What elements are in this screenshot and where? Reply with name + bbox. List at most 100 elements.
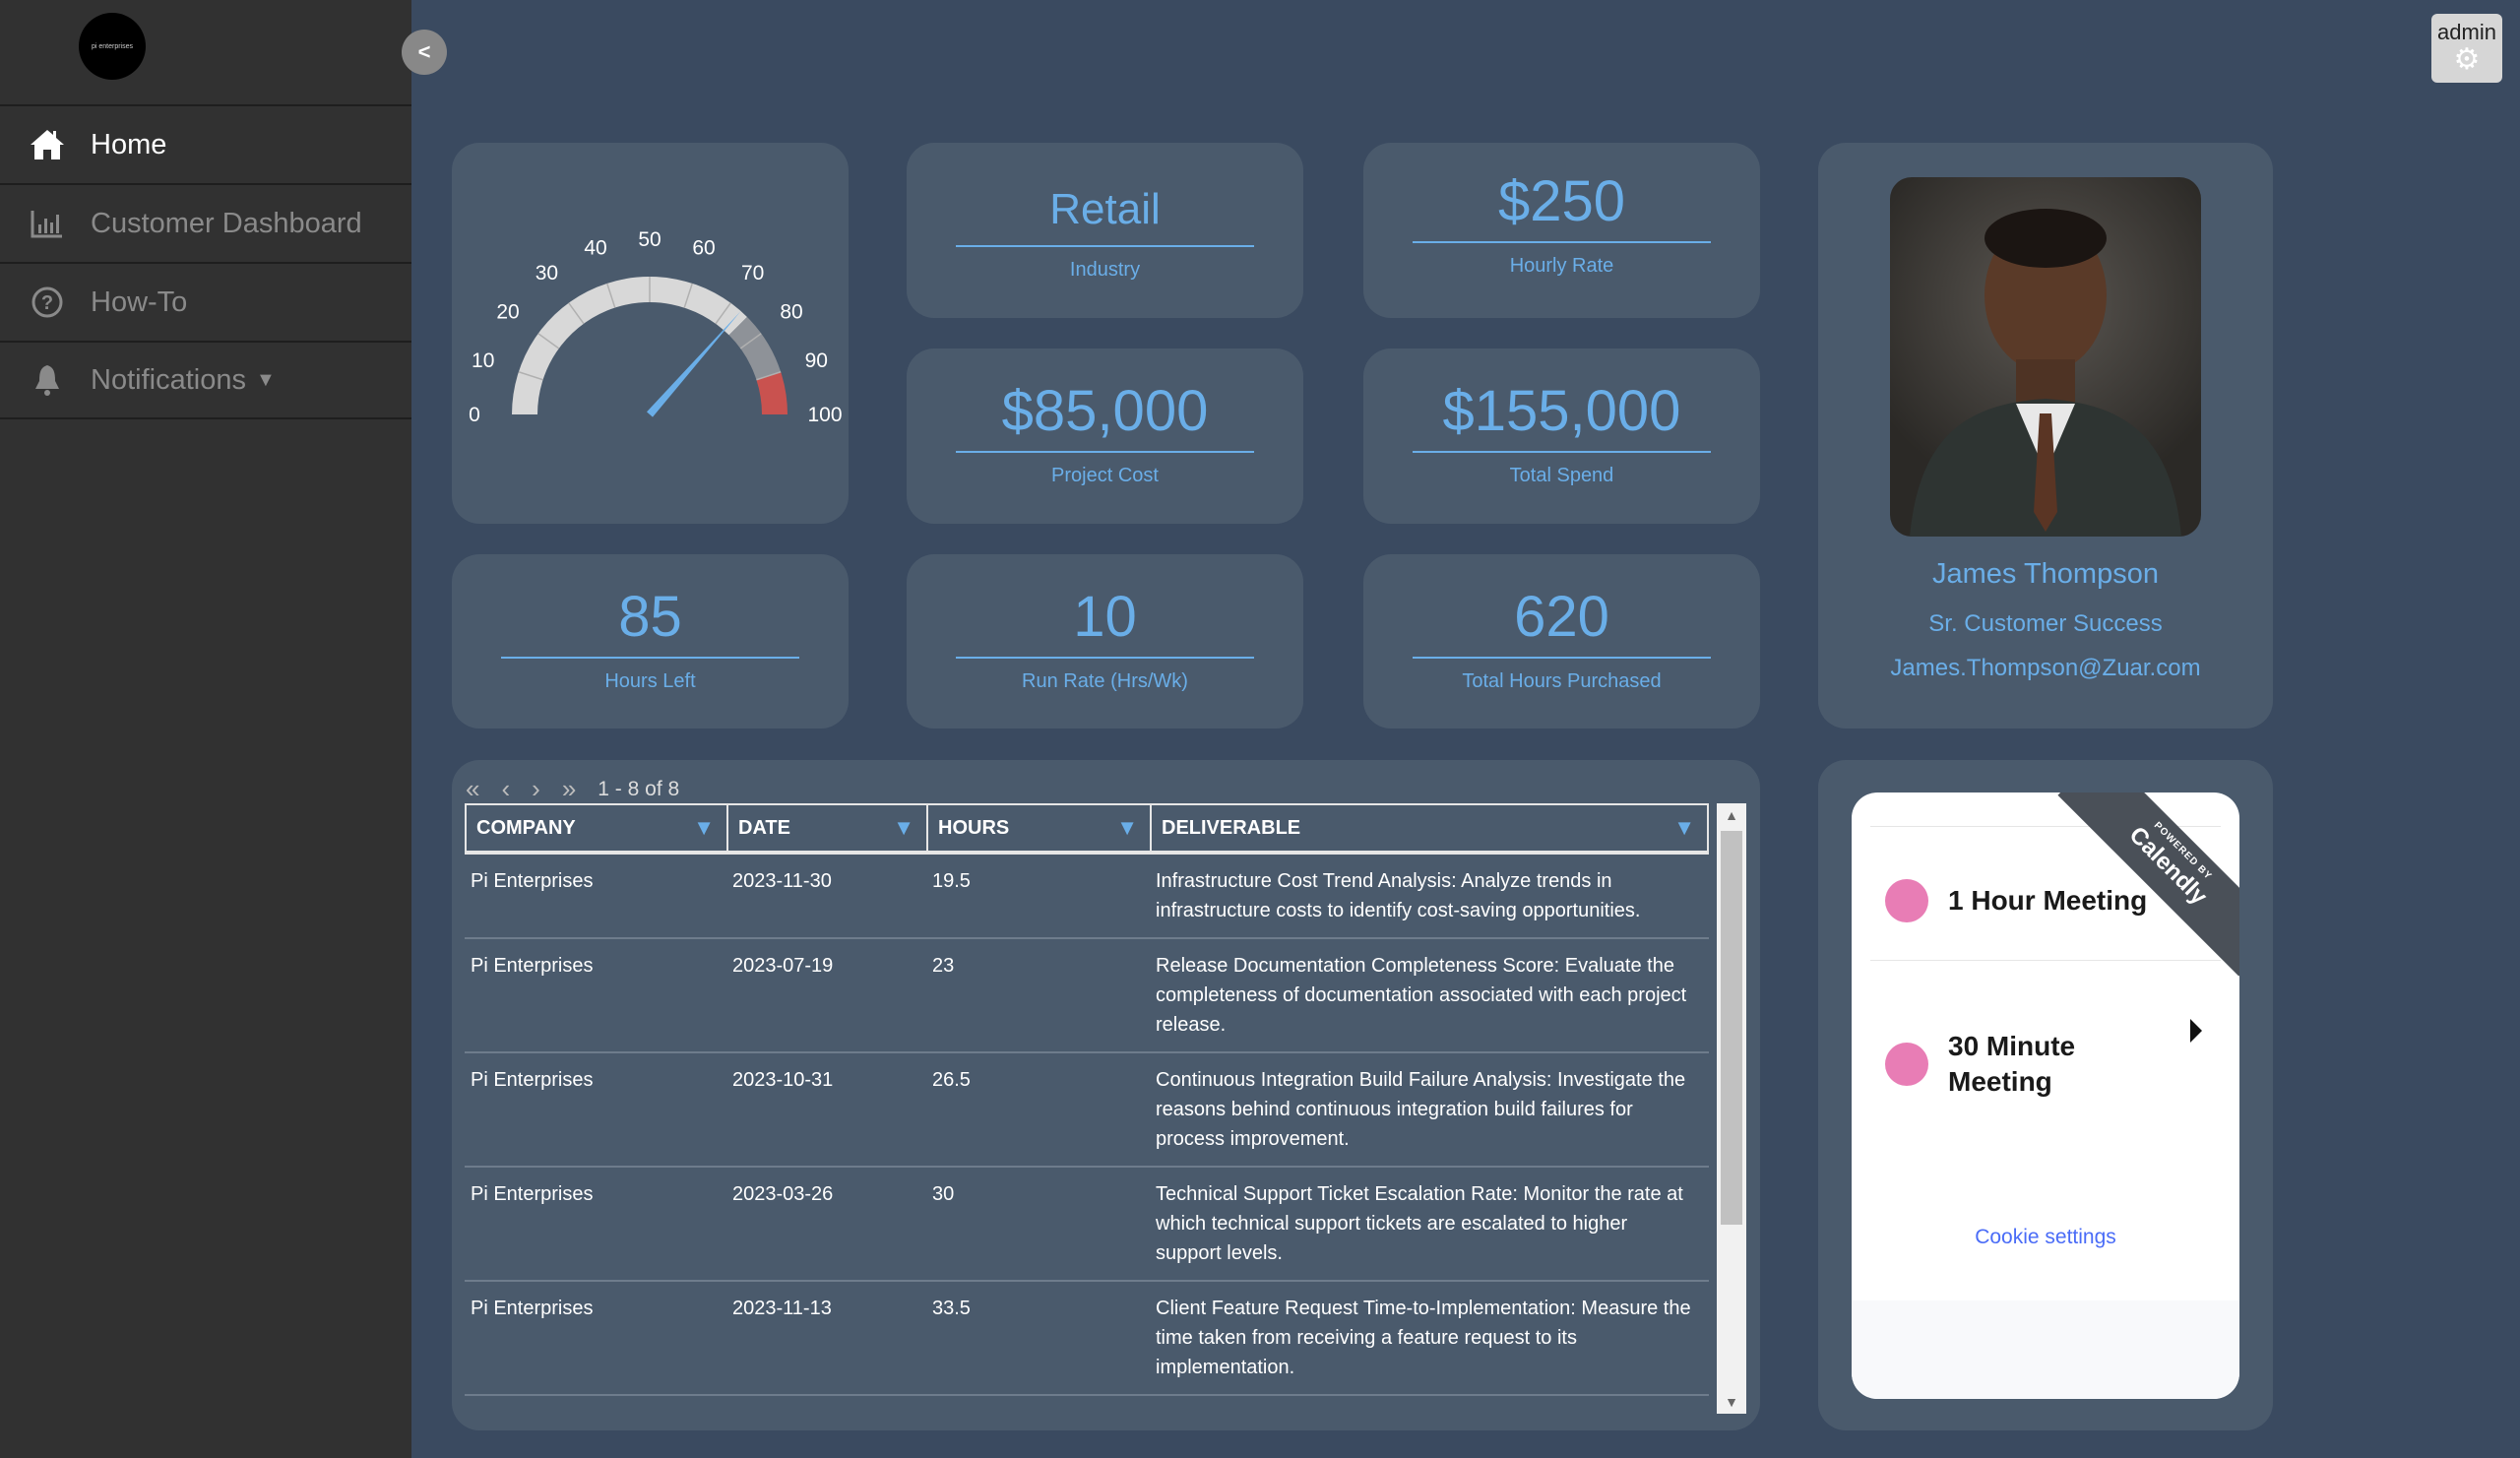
column-header-date[interactable]: DATE ▼ [728,805,928,851]
table-cell: Pi Enterprises [471,870,594,892]
caret-down-icon: ▼ [255,368,276,391]
sidebar-item-label: Home [91,128,167,160]
table-cell: 30 [932,1183,955,1205]
table-cell: Pi Enterprises [471,1183,594,1205]
gauge-tick-label: 70 [741,262,764,285]
filter-icon[interactable]: ▼ [1116,815,1138,841]
kpi-value: Retail [1049,185,1161,233]
scroll-up-icon[interactable]: ▲ [1717,807,1746,823]
sidebar-item-label: Notifications [91,363,246,396]
table-cell: 23 [932,955,955,977]
table-cell: 2023-07-19 [732,955,834,977]
prev-page-icon[interactable]: ‹ [501,774,510,804]
first-page-icon[interactable]: « [466,774,479,804]
table-row[interactable]: Pi Enterprises 2023-03-26 30 Technical Supp… [465,1168,1709,1282]
nav-menu: Home Customer Dashboard ? How-To Notific… [0,104,411,419]
table-cell: 33.5 [932,1298,971,1319]
table-row[interactable]: Pi Enterprises2023-05-0537Project Risk I… [465,1396,1709,1414]
table-cell: Project Risk Identification Heatmap: Vis… [1150,1396,1705,1414]
filter-icon[interactable]: ▼ [893,815,914,841]
filter-icon[interactable]: ▼ [693,815,715,841]
last-page-icon[interactable]: » [562,774,576,804]
table-cell: 2023-11-30 [732,870,832,892]
bell-icon [28,363,67,397]
sidebar-item-customer-dashboard[interactable]: Customer Dashboard [0,183,411,262]
gauge-tick-label: 10 [472,349,494,372]
column-header-deliverable[interactable]: DELIVERABLE ▼ [1152,805,1707,851]
svg-text:?: ? [41,292,53,314]
chevron-right-icon[interactable] [2190,1019,2202,1043]
kpi-hours-left: 85 Hours Left [452,554,849,729]
gauge-tick-label: 60 [692,237,715,260]
kpi-label: Total Spend [1509,465,1614,486]
divider [1413,241,1711,243]
table-row[interactable]: Pi Enterprises 2023-11-30 19.5 Infrastructu… [465,855,1709,939]
scrollbar-thumb[interactable] [1721,831,1742,1225]
divider [956,657,1254,659]
table-cell: Release Documentation Completeness Score… [1156,955,1687,1036]
gauge-tick-label: 50 [638,228,661,251]
admin-label: admin [2437,20,2496,44]
chevron-left-icon: < [417,39,431,64]
sidebar-item-home[interactable]: Home [0,104,411,183]
gauge-tick-label: 80 [780,300,802,323]
table-scrollbar[interactable]: ▲ ▼ [1717,803,1746,1414]
table-cell: 2023-03-26 [732,1183,834,1205]
divider [1413,451,1711,453]
table-cell: 19.5 [932,870,971,892]
kpi-value: 620 [1514,585,1609,649]
profile-card: James Thompson Sr. Customer Success Jame… [1818,143,2273,729]
kpi-value: 10 [1073,585,1137,649]
logo-text: pi enterprises [91,42,134,50]
gauge-tick-label: 30 [536,262,558,285]
profile-email[interactable]: James.Thompson@Zuar.com [1818,655,2273,682]
next-page-icon[interactable]: › [532,774,540,804]
gauge-card: 0 10 20 30 40 50 60 70 80 90 100 [452,143,849,524]
sidebar: pi enterprises Home Customer Dashboard ?… [0,0,411,1458]
event-title: 1 Hour Meeting [1948,885,2148,916]
kpi-run-rate: 10 Run Rate (Hrs/Wk) [907,554,1303,729]
collapse-sidebar-button[interactable]: < [402,30,447,75]
cookie-settings-link[interactable]: Cookie settings [1852,1226,2239,1249]
table-cell: 37 [926,1396,1150,1414]
kpi-value: 85 [618,585,682,649]
table-cell: Pi Enterprises [471,955,594,977]
divider [956,451,1254,453]
sidebar-item-label: How-To [91,285,188,318]
event-1-hour-meeting[interactable]: 1 Hour Meeting [1885,879,2147,922]
table-cell: Infrastructure Cost Trend Analysis: Anal… [1156,870,1641,921]
bar-chart-icon [28,209,67,238]
table-cell: 2023-11-13 [732,1298,832,1319]
table-cell: 2023-10-31 [732,1069,834,1091]
filter-icon[interactable]: ▼ [1673,815,1695,841]
table-row[interactable]: Pi Enterprises 2023-07-19 23 Release Docume… [465,939,1709,1053]
calendly-card: 1 Hour Meeting 30 Minute Meeting POWERED… [1818,760,2273,1430]
widget-footer [1852,1300,2239,1399]
table-body: Pi Enterprises 2023-11-30 19.5 Infrastructu… [465,855,1709,1414]
table-header: COMPANY ▼ DATE ▼ HOURS ▼ DELIVERABLE ▼ [465,803,1709,855]
divider [501,657,799,659]
table-cell: 2023-05-05 [726,1396,926,1414]
profile-name: James Thompson [1932,558,2159,590]
scroll-down-icon[interactable]: ▼ [1717,1394,1746,1410]
table-cell: Technical Support Ticket Escalation Rate… [1156,1183,1683,1264]
column-header-hours[interactable]: HOURS ▼ [928,805,1152,851]
table-cell: Pi Enterprises [465,1396,726,1414]
column-header-company[interactable]: COMPANY ▼ [467,805,728,851]
profile-photo [1890,177,2201,537]
table-row[interactable]: Pi Enterprises 2023-11-13 33.5 Client Featu… [465,1282,1709,1396]
deliverables-table-card: « ‹ › » 1 - 8 of 8 COMPANY ▼ DATE ▼ HOURS ▼… [452,760,1760,1430]
event-title: 30 Minute Meeting [1948,1031,2076,1097]
pagination-status: 1 - 8 of 8 [598,777,680,800]
table-row[interactable]: Pi Enterprises 2023-10-31 26.5 Continuous I… [465,1053,1709,1168]
table-cell: Continuous Integration Build Failure Ana… [1156,1069,1686,1150]
kpi-label: Hourly Rate [1509,255,1614,277]
sidebar-item-notifications[interactable]: Notifications ▼ [0,341,411,419]
sidebar-item-how-to[interactable]: ? How-To [0,262,411,341]
event-30-minute-meeting[interactable]: 30 Minute Meeting [1885,1029,2141,1100]
kpi-value: $250 [1497,169,1626,233]
company-logo[interactable]: pi enterprises [79,13,146,80]
event-color-dot [1885,879,1928,922]
admin-menu-button[interactable]: admin ⚙ [2431,14,2502,83]
event-color-dot [1885,1043,1928,1086]
